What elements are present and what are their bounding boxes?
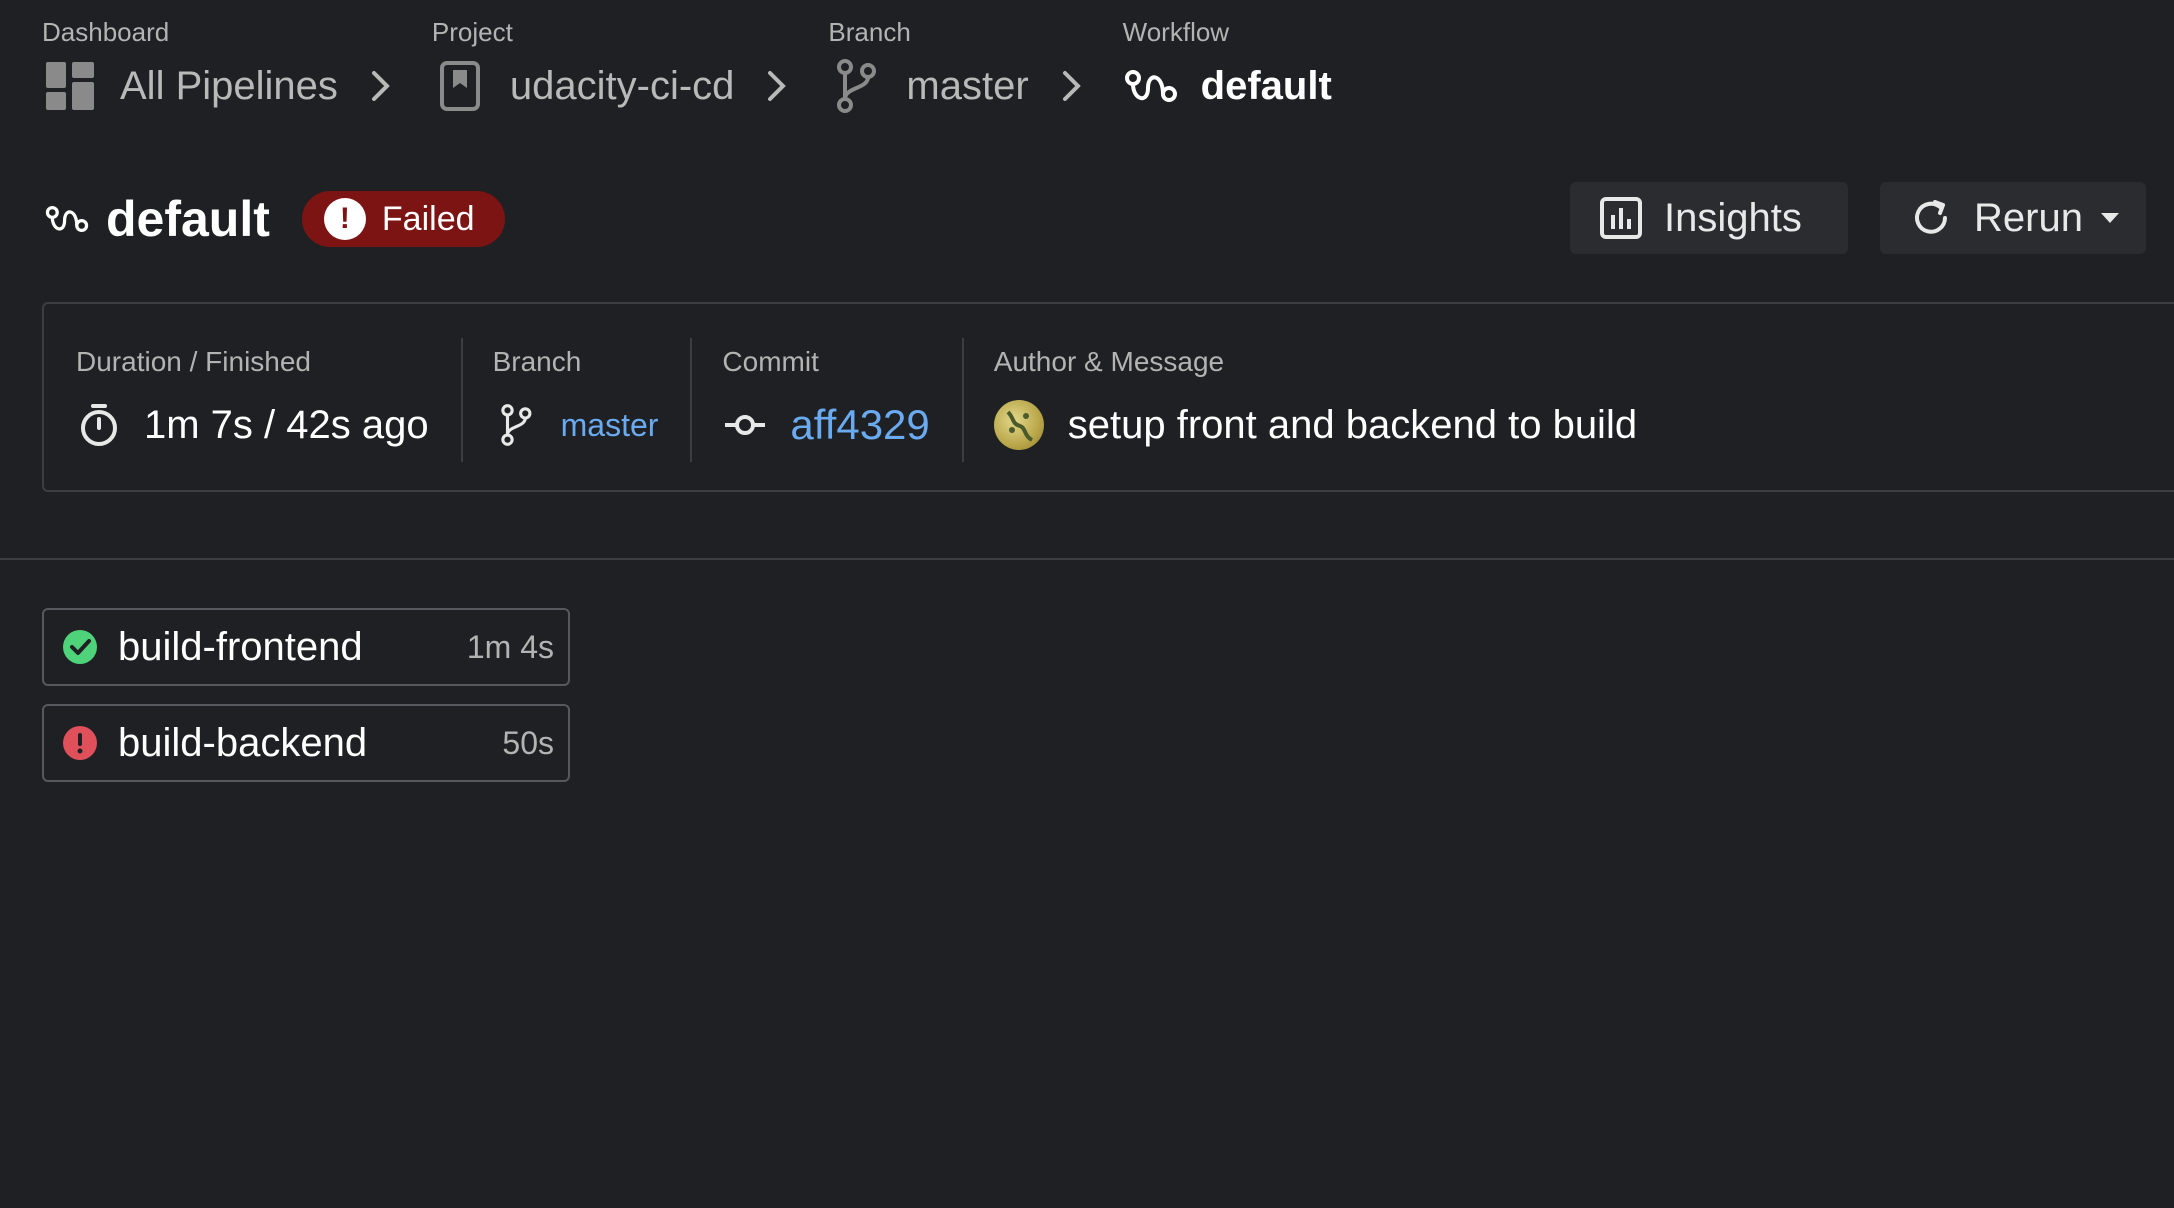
commit-link[interactable]: aff4329 <box>790 401 929 449</box>
job-build-backend[interactable]: build-backend 50s <box>42 704 570 782</box>
branch-section: Branch master <box>460 304 691 490</box>
job-build-frontend[interactable]: build-frontend 1m 4s <box>42 608 570 686</box>
chevron-down-icon[interactable] <box>2100 213 2119 223</box>
branch-label: Branch <box>492 346 582 377</box>
duration-section: Duration / Finished 1m 7s / 42s ago <box>44 304 461 490</box>
job-duration: 50s <box>502 724 554 761</box>
failed-alert-icon <box>62 725 98 761</box>
crumb-workflow[interactable]: Workflow default <box>1123 14 1332 122</box>
workflow-icon <box>1123 58 1179 114</box>
chevron-right-icon <box>356 50 406 122</box>
success-check-icon <box>62 629 98 665</box>
crumb-dashboard-caption: Dashboard <box>42 17 170 47</box>
crumb-project[interactable]: Project udacity-ci-cd <box>431 14 735 122</box>
refresh-icon <box>1908 195 1954 241</box>
git-commit-icon <box>722 402 768 448</box>
page-title: default <box>106 191 270 247</box>
crumb-project-label[interactable]: udacity-ci-cd <box>510 64 735 109</box>
job-name: build-backend <box>118 720 368 765</box>
project-bookmark-icon <box>432 58 488 114</box>
stopwatch-icon <box>76 402 122 448</box>
commit-section: Commit aff4329 <box>690 304 961 490</box>
job-duration: 1m 4s <box>466 628 554 665</box>
git-branch-icon <box>828 58 884 114</box>
page-header: default ! Failed <box>42 184 505 254</box>
insights-button[interactable]: Insights <box>1570 182 1848 254</box>
git-branch-icon <box>493 402 539 448</box>
bar-chart-icon <box>1598 195 1644 241</box>
crumb-workflow-caption: Workflow <box>1122 17 1230 47</box>
status-badge-label: Failed <box>381 199 475 238</box>
section-divider <box>0 558 2174 560</box>
commit-label: Commit <box>722 346 819 377</box>
branch-link[interactable]: master <box>561 407 659 444</box>
crumb-dashboard[interactable]: Dashboard All Pipelines <box>42 14 338 122</box>
duration-label: Duration / Finished <box>76 346 312 377</box>
workflow-icon <box>42 194 92 244</box>
crumb-workflow-label: default <box>1200 63 1332 108</box>
crumb-project-caption: Project <box>431 17 513 47</box>
alert-circle-icon: ! <box>323 198 366 240</box>
crumb-dashboard-label[interactable]: All Pipelines <box>120 64 338 109</box>
status-badge: ! Failed <box>301 191 505 247</box>
crumb-branch-caption: Branch <box>828 17 911 47</box>
jobs-list: build-frontend 1m 4s build-backend 50s <box>42 608 570 800</box>
crumb-branch[interactable]: Branch master <box>828 14 1029 122</box>
crumb-branch-label[interactable]: master <box>906 64 1028 109</box>
job-name: build-frontend <box>118 624 363 669</box>
breadcrumb: Dashboard All Pipelines Project udacity-… <box>42 14 1332 134</box>
author-message-section: Author & Message setup front and backend… <box>961 304 1669 490</box>
avatar[interactable] <box>993 400 1044 450</box>
rerun-label: Rerun <box>1974 195 2083 240</box>
chevron-right-icon <box>1047 50 1097 122</box>
pipeline-info-panel: Duration / Finished 1m 7s / 42s ago Bran… <box>42 302 2174 492</box>
chevron-right-icon <box>752 50 802 122</box>
commit-message: setup front and backend to build <box>1067 402 1638 447</box>
dashboard-grid-icon <box>42 58 98 114</box>
duration-value: 1m 7s / 42s ago <box>144 402 429 447</box>
rerun-button[interactable]: Rerun <box>1880 182 2146 254</box>
author-message-label: Author & Message <box>993 346 1225 377</box>
insights-label: Insights <box>1664 195 1802 240</box>
